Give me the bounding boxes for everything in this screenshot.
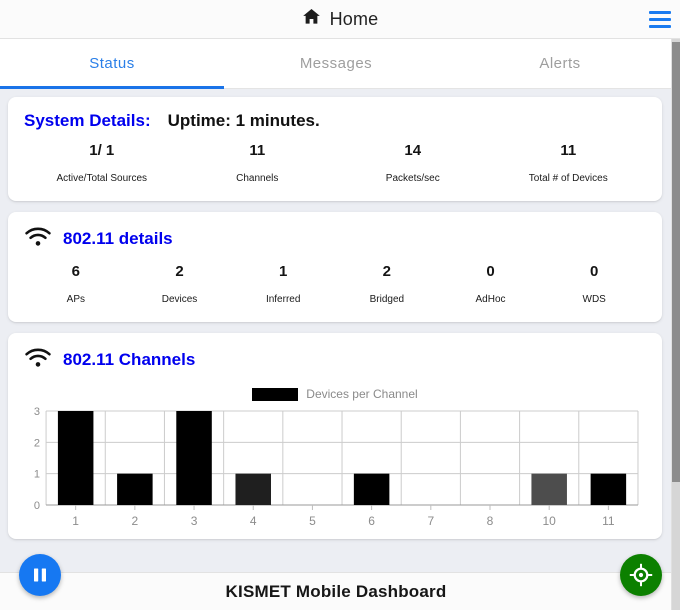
stat-inferred: 1 Inferred	[231, 262, 335, 306]
stat-value: 2	[382, 263, 392, 280]
stat-aps: 6 APs	[24, 262, 128, 306]
stat-label: Inferred	[265, 294, 301, 305]
chart-legend: Devices per Channel	[24, 387, 646, 401]
stat-label: Active/Total Sources	[56, 173, 148, 184]
chart-x-tick-label: 2	[132, 514, 139, 528]
stat-value: 0	[590, 263, 599, 280]
chart-x-tick-label: 5	[309, 514, 316, 528]
stat-value: 2	[175, 263, 184, 280]
chart-x-tick-label: 7	[427, 514, 434, 528]
stat-value: 11	[560, 142, 577, 159]
stat-value: 0	[486, 263, 495, 280]
stat-value: 1/ 1	[89, 142, 115, 159]
dashboard-content[interactable]: System Details: Uptime: 1 minutes. 1/ 1 …	[0, 89, 672, 572]
stat-label: Channels	[236, 173, 279, 184]
dot11-details-stats: 6 APs 2 Devices 1 Inferred 2 Bridged 0 A…	[24, 262, 646, 306]
wifi-icon	[24, 226, 52, 252]
tab-label: Messages	[299, 55, 373, 72]
tab-label: Status	[89, 55, 135, 72]
chart-x-tick-label: 11	[602, 514, 615, 528]
stat-value: 14	[404, 142, 422, 159]
chart-x-tick-label: 10	[542, 514, 556, 528]
stat-active-total-sources: 1/ 1 Active/Total Sources	[24, 141, 180, 185]
pause-button[interactable]	[19, 554, 61, 596]
header-title-wrap: Home	[302, 7, 379, 31]
stat-total-devices: 11 Total # of Devices	[491, 141, 647, 185]
scrollbar-thumb[interactable]	[672, 42, 680, 482]
tab-label: Alerts	[539, 55, 581, 72]
system-details-stats: 1/ 1 Active/Total Sources 11 Channels 14…	[24, 141, 646, 185]
stat-label: Devices	[161, 294, 198, 305]
chart-bar	[176, 411, 212, 505]
stat-value: 6	[71, 263, 80, 280]
pause-icon	[34, 568, 46, 582]
stat-label: Bridged	[369, 294, 405, 305]
dot11-channels-card: 802.11 Channels Devices per Channel 0 1 2 3…	[8, 333, 662, 539]
system-details-title: System Details:	[24, 111, 151, 130]
stat-adhoc: 0 AdHoc	[439, 262, 543, 306]
tab-bar: Status Messages Alerts	[0, 39, 672, 89]
app-header: Home	[0, 0, 680, 39]
legend-label: Devices per Channel	[306, 387, 418, 401]
chart-y-tick-label: 1	[34, 469, 40, 481]
system-uptime-text: Uptime: 1 minutes.	[167, 111, 320, 130]
system-details-heading: System Details: Uptime: 1 minutes.	[24, 111, 646, 131]
dot11-details-card: 802.11 details 6 APs 2 Devices 1 Inferre…	[8, 212, 662, 322]
chart-bar	[57, 411, 94, 505]
chart-x-tick-label: 3	[191, 514, 198, 528]
stat-label: WDS	[582, 294, 606, 305]
dot11-details-heading: 802.11 details	[24, 226, 646, 252]
chart-bar	[117, 473, 153, 505]
page-title: Home	[329, 8, 379, 29]
stat-label: APs	[66, 294, 85, 305]
hamburger-menu-icon[interactable]	[649, 11, 671, 28]
chart-bar	[590, 473, 627, 505]
system-details-card: System Details: Uptime: 1 minutes. 1/ 1 …	[8, 97, 662, 201]
chart-bar	[353, 473, 390, 505]
home-icon	[302, 7, 321, 31]
app-footer: KISMET Mobile Dashboard	[0, 572, 672, 610]
chart-x-tick-label: 8	[487, 514, 494, 528]
locate-button[interactable]	[620, 554, 662, 596]
stat-devices: 2 Devices	[128, 262, 232, 306]
chart-x-tick-label: 6	[368, 514, 375, 528]
stat-wds: 0 WDS	[542, 262, 646, 306]
tab-messages[interactable]: Messages	[224, 39, 448, 88]
tab-alerts[interactable]: Alerts	[448, 39, 672, 88]
hamburger-bar	[649, 11, 671, 14]
channels-bar-chart-svg: 0 1 2 3 1 2 3 4 5 6 7 8 10 11	[34, 406, 639, 528]
footer-title: KISMET Mobile Dashboard	[225, 581, 447, 601]
channels-bar-chart: 0 1 2 3 1 2 3 4 5 6 7 8 10 11	[24, 403, 646, 533]
tab-status[interactable]: Status	[0, 39, 224, 89]
hamburger-bar	[649, 25, 671, 28]
legend-swatch-devices-per-channel	[252, 387, 299, 401]
chart-x-tick-label: 1	[72, 514, 79, 528]
stat-packets-per-sec: 14 Packets/sec	[335, 141, 491, 185]
chart-y-tick-label: 0	[34, 500, 40, 512]
chart-bar	[531, 473, 567, 505]
stat-label: Packets/sec	[385, 173, 440, 184]
chart-y-tick-label: 2	[34, 437, 40, 449]
stat-value: 11	[249, 142, 266, 159]
wifi-icon	[24, 347, 52, 373]
dot11-channels-title: 802.11 Channels	[63, 350, 196, 369]
dot11-details-title: 802.11 details	[63, 229, 173, 248]
chart-y-tick-label: 3	[34, 406, 40, 418]
hamburger-bar	[649, 18, 671, 21]
stat-value: 1	[279, 263, 288, 280]
stat-bridged: 2 Bridged	[335, 262, 439, 306]
stat-channels: 11 Channels	[180, 141, 336, 185]
dot11-channels-heading: 802.11 Channels	[24, 347, 646, 373]
vertical-scrollbar[interactable]	[672, 39, 680, 610]
chart-x-tick-label: 4	[250, 514, 257, 528]
stat-label: AdHoc	[475, 294, 506, 305]
stat-label: Total # of Devices	[528, 173, 608, 184]
crosshair-target-icon	[629, 563, 653, 587]
chart-bar	[235, 473, 271, 505]
